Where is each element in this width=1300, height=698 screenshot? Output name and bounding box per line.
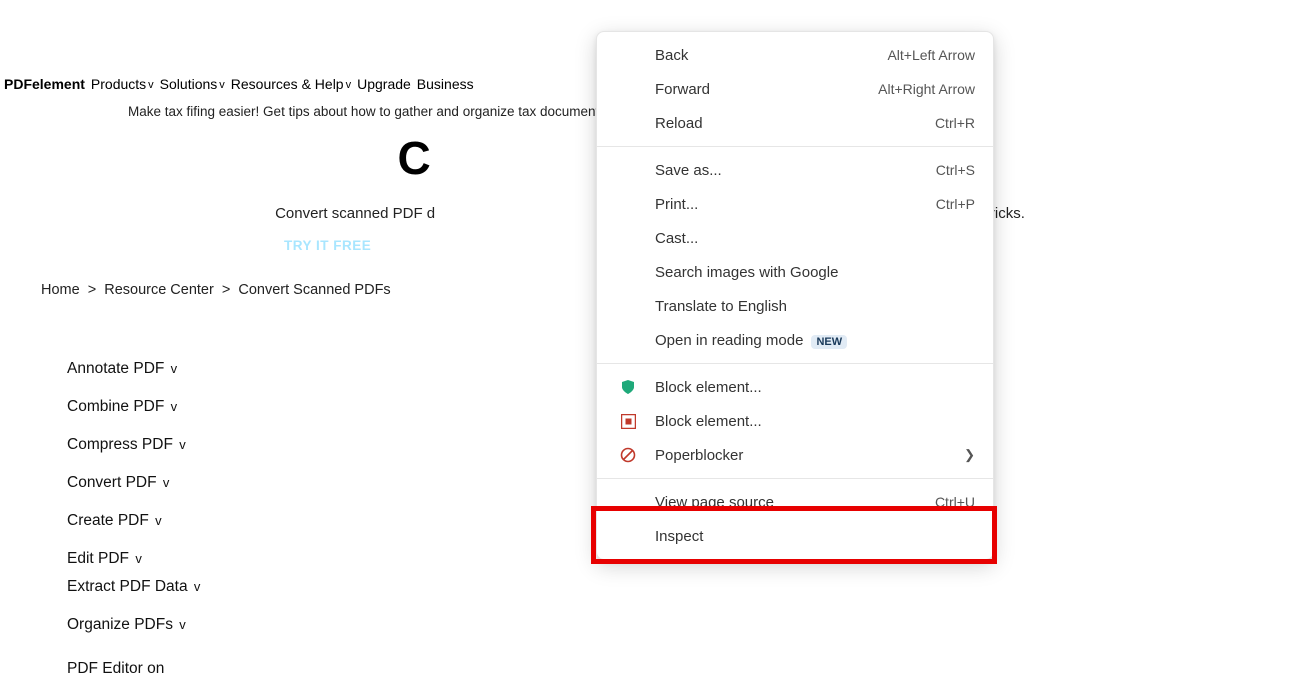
ctx-inspect[interactable]: Inspect (597, 519, 993, 553)
chevron-down-icon: v (179, 617, 186, 632)
context-menu: BackAlt+Left Arrow ForwardAlt+Right Arro… (596, 31, 994, 560)
shield-icon (619, 378, 637, 396)
chevron-down-icon: v (155, 513, 162, 528)
ctx-print[interactable]: Print...Ctrl+P (597, 187, 993, 221)
chevron-down-icon: v (219, 79, 225, 91)
chevron-down-icon: v (135, 551, 142, 566)
breadcrumb: Home > Resource Center > Convert Scanned… (39, 282, 393, 298)
chevron-down-icon: v (171, 399, 178, 414)
separator (597, 363, 993, 364)
breadcrumb-home[interactable]: Home (41, 282, 80, 298)
separator (597, 478, 993, 479)
block-square-icon (619, 412, 637, 430)
ctx-reload[interactable]: ReloadCtrl+R (597, 106, 993, 140)
sidebar-item-combine[interactable]: Combine PDF v (67, 398, 200, 416)
sidebar-item-organize[interactable]: Organize PDFs v (67, 616, 200, 634)
chevron-down-icon: v (148, 79, 154, 91)
ctx-search-images[interactable]: Search images with Google (597, 255, 993, 289)
sidebar-nav: Annotate PDF v Combine PDF v Compress PD… (67, 360, 200, 698)
breadcrumb-resource-center[interactable]: Resource Center (104, 282, 214, 298)
nav-business[interactable]: Business (417, 76, 474, 92)
new-badge: NEW (811, 335, 847, 349)
ctx-poperblocker[interactable]: Poperblocker ❯ (597, 438, 993, 472)
sidebar-item-extract[interactable]: Extract PDF Data v (67, 578, 200, 596)
chevron-down-icon: v (194, 579, 201, 594)
try-free-button[interactable]: TRY IT FREE (284, 238, 371, 253)
chevron-down-icon: v (163, 475, 170, 490)
ctx-save-as[interactable]: Save as...Ctrl+S (597, 153, 993, 187)
breadcrumb-current: Convert Scanned PDFs (238, 282, 390, 298)
ctx-view-source[interactable]: View page sourceCtrl+U (597, 485, 993, 519)
nav-products[interactable]: Products v (91, 76, 154, 92)
nav-solutions[interactable]: Solutions v (160, 76, 225, 92)
chevron-down-icon: v (179, 437, 186, 452)
ctx-forward[interactable]: ForwardAlt+Right Arrow (597, 72, 993, 106)
nav-resources[interactable]: Resources & Help v (231, 76, 351, 92)
nav-upgrade[interactable]: Upgrade (357, 76, 411, 92)
sidebar-item-convert[interactable]: Convert PDF v (67, 474, 200, 492)
ctx-cast[interactable]: Cast... (597, 221, 993, 255)
ctx-block-element-2[interactable]: Block element... (597, 404, 993, 438)
sidebar-item-compress[interactable]: Compress PDF v (67, 436, 200, 454)
chevron-down-icon: v (346, 79, 352, 91)
sidebar-item-create[interactable]: Create PDF v (67, 512, 200, 530)
brand-logo[interactable]: PDFelement (4, 76, 85, 92)
ctx-block-element-1[interactable]: Block element... (597, 370, 993, 404)
ctx-back[interactable]: BackAlt+Left Arrow (597, 38, 993, 72)
block-circle-icon (619, 446, 637, 464)
ctx-reading-mode[interactable]: Open in reading modeNEW (597, 323, 993, 357)
chevron-right-icon: ❯ (964, 447, 975, 463)
top-nav: PDFelement Products v Solutions v Resour… (4, 76, 474, 92)
ctx-translate[interactable]: Translate to English (597, 289, 993, 323)
sidebar-item-editor-on[interactable]: PDF Editor on (67, 660, 200, 678)
chevron-down-icon: v (171, 361, 178, 376)
sidebar-item-edit[interactable]: Edit PDF v (67, 550, 200, 568)
sidebar-item-annotate[interactable]: Annotate PDF v (67, 360, 200, 378)
separator (597, 146, 993, 147)
